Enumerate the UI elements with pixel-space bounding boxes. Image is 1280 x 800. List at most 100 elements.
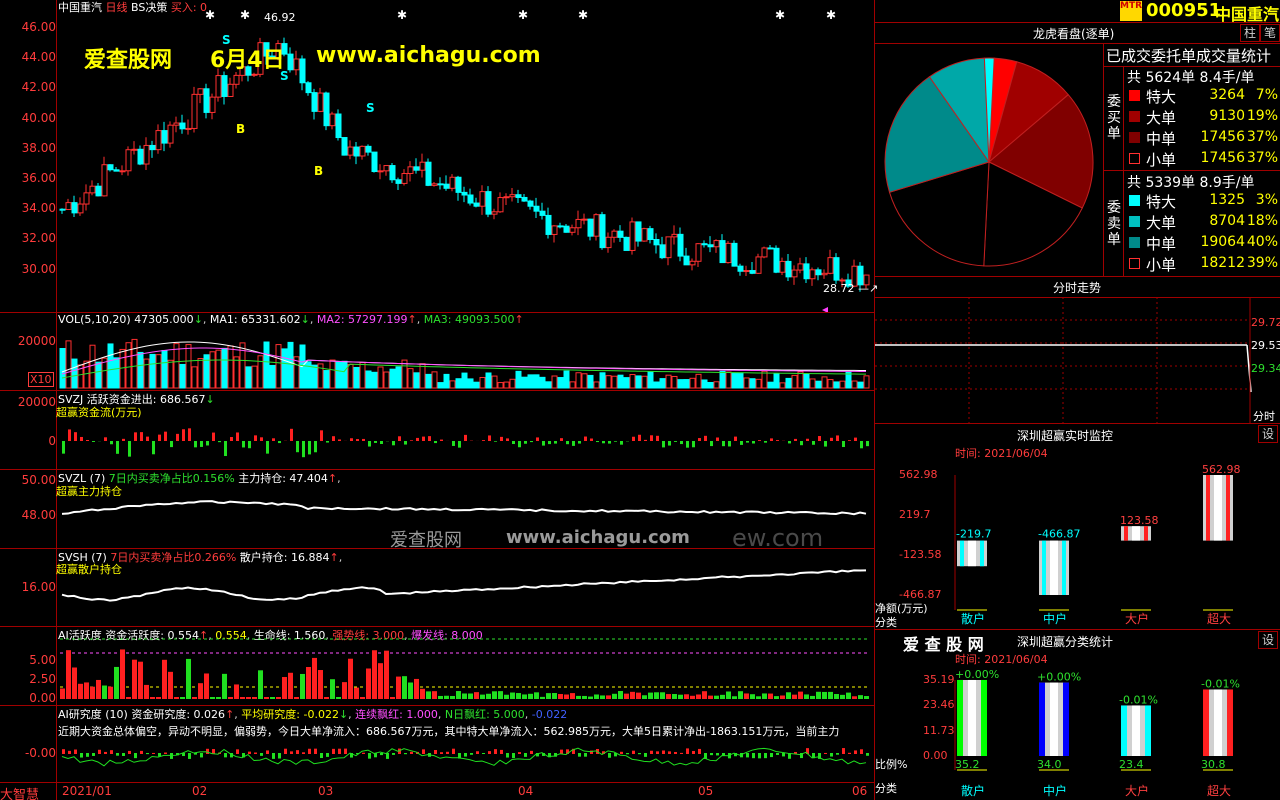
volume-bar	[761, 370, 768, 389]
activity-bar	[438, 695, 443, 699]
classify-value: 34.0	[1037, 758, 1062, 771]
flow-bar	[788, 441, 791, 444]
activity-bar	[846, 692, 851, 699]
monitor-category: 超大	[1207, 611, 1231, 625]
volume-bar	[827, 379, 834, 389]
flow-bar	[590, 438, 593, 441]
candle	[515, 194, 522, 198]
research-bar	[584, 753, 587, 757]
flow-bar	[578, 441, 581, 444]
classify-bar	[1121, 705, 1151, 756]
activity-bar	[366, 668, 371, 699]
research-bar	[326, 753, 329, 757]
candle	[611, 230, 618, 238]
flow-bar	[860, 441, 863, 449]
research-bar	[80, 753, 83, 758]
candle	[575, 218, 582, 229]
research-bar	[362, 752, 365, 754]
star-marker: ✱	[826, 8, 836, 22]
main-chart-area[interactable]: 中国重汽 日线 BS决策 买入: 0 46.00 44.00 42.00 40.00 3…	[0, 0, 878, 800]
mtr-logo: MTR	[1120, 1, 1142, 21]
flow-bar	[212, 432, 215, 441]
volume-bar	[137, 351, 144, 389]
volume-bar	[725, 371, 732, 389]
activity-bar	[834, 694, 839, 699]
flow-bar	[542, 441, 545, 446]
row-value: 17456	[1200, 129, 1245, 145]
volume-bar	[269, 364, 276, 389]
candle	[755, 256, 762, 274]
activity-bar	[336, 697, 341, 699]
candle	[71, 202, 78, 214]
research-bar	[104, 751, 107, 754]
flow-bar	[290, 428, 293, 441]
pen-button[interactable]: 笔	[1260, 24, 1280, 42]
flow-bar	[278, 441, 281, 444]
volume-bar	[119, 348, 126, 389]
monitor-bar-chart[interactable]: -219.7 散户 -466.87 中户 123.58 大户 562.98 超大	[875, 445, 1280, 625]
candle	[395, 179, 402, 184]
candle	[671, 233, 678, 238]
volume-bar	[173, 343, 180, 389]
activity-bar	[90, 686, 95, 699]
flow-bar	[806, 438, 809, 441]
research-bar	[128, 750, 131, 754]
candle	[485, 191, 492, 215]
candle	[749, 270, 756, 274]
volume-bar	[251, 365, 258, 389]
flow-bar	[296, 441, 299, 453]
classify-settings-button[interactable]: 设	[1258, 631, 1278, 649]
volume-bar	[635, 375, 642, 389]
date-tick: 05	[698, 784, 714, 798]
money-flow-chart[interactable]	[0, 391, 875, 469]
dragon-pie-chart[interactable]	[875, 44, 1103, 276]
activity-bar	[726, 691, 731, 699]
monitor-class-label: 分类	[875, 616, 897, 629]
volume-bar	[131, 338, 138, 389]
research-bar	[278, 753, 281, 759]
activity-bar	[570, 693, 575, 699]
volume-bar	[671, 375, 678, 389]
research-bar	[170, 753, 173, 759]
ai-activity-chart[interactable]	[0, 627, 875, 705]
volume-bar	[353, 366, 360, 389]
activity-bar	[510, 692, 515, 699]
activity-bar	[744, 693, 749, 699]
ai-research-chart[interactable]	[0, 705, 875, 783]
volume-bar	[461, 372, 468, 389]
volume-chart[interactable]	[0, 312, 875, 390]
classify-bar-chart[interactable]: +0.00% 35.2 散户 +0.00% 34.0 中户 -0.01% 23.4 大户 -0.0…	[875, 650, 1280, 800]
flow-bar	[662, 441, 665, 448]
flow-bar	[728, 441, 731, 447]
flow-bar	[560, 438, 563, 441]
volume-bar	[605, 375, 612, 389]
candle	[107, 164, 114, 171]
volume-bar	[731, 372, 738, 389]
activity-bar	[456, 691, 461, 699]
research-bar	[446, 751, 449, 754]
flow-bar	[596, 441, 599, 443]
monitor-settings-button[interactable]: 设	[1258, 425, 1278, 443]
activity-bar	[648, 692, 653, 699]
retail-holding-chart[interactable]	[0, 548, 875, 626]
candle	[227, 83, 234, 97]
flow-bar	[584, 436, 587, 441]
research-bar	[92, 753, 95, 756]
activity-bar	[858, 695, 863, 699]
flow-bar	[776, 440, 779, 441]
volume-bar	[569, 381, 576, 389]
flow-bar	[674, 441, 677, 442]
column-button[interactable]: 柱	[1240, 24, 1260, 42]
candle	[743, 270, 750, 273]
row-value: 8704	[1209, 213, 1245, 229]
flow-bar	[770, 438, 773, 441]
activity-bar	[432, 691, 437, 699]
research-bar	[782, 753, 785, 757]
research-bar	[746, 753, 749, 758]
flow-bar	[434, 441, 437, 444]
flow-bar	[428, 436, 431, 441]
candle	[305, 82, 312, 94]
volume-bar	[413, 372, 420, 389]
intraday-chart[interactable]	[875, 297, 1280, 423]
flow-bar	[326, 441, 329, 443]
